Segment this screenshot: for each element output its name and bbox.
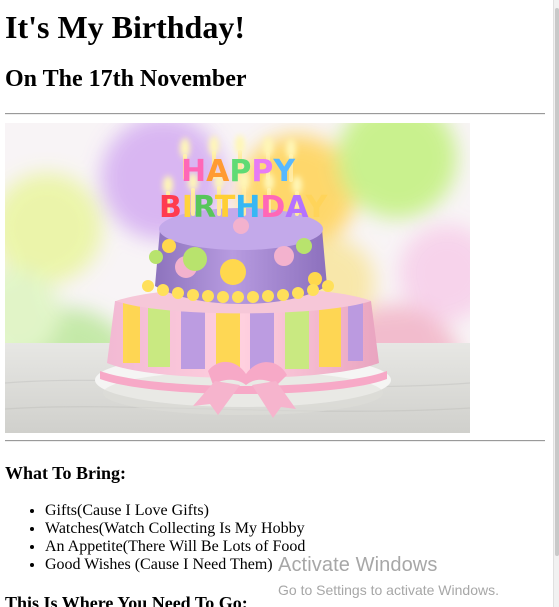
svg-text:HAPPY: HAPPY: [181, 154, 296, 189]
vertical-scrollbar[interactable]: [553, 0, 559, 607]
list-item-gifts: Gifts(Cause I Love Gifts): [45, 502, 305, 520]
activation-title: Activate Windows: [278, 554, 438, 576]
bottom-divider: [5, 440, 545, 442]
scrollbar-thumb[interactable]: [555, 8, 559, 556]
list-item-watches: Watches(Watch Collecting Is My Hobby: [45, 520, 305, 538]
bring-list: Gifts(Cause I Love Gifts) Watches(Watch …: [5, 502, 305, 574]
birthday-page: It's My Birthday! On The 17th November H…: [0, 0, 553, 607]
list-item-appetite: An Appetite(There Will Be Lots of Food: [45, 538, 305, 556]
top-divider: [5, 113, 545, 115]
where-to-go-heading: This Is Where You Need To Go:: [5, 593, 248, 607]
list-item-good-wishes: Good Wishes (Cause I Need Them): [45, 556, 305, 574]
windows-activation-watermark: Activate Windows Go to Settings to activ…: [278, 553, 499, 599]
activation-subtitle: Go to Settings to activate Windows.: [278, 582, 499, 598]
page-title: It's My Birthday!: [5, 9, 245, 45]
svg-text:BIRTHDAY: BIRTHDAY: [159, 190, 329, 225]
birthday-date-heading: On The 17th November: [5, 66, 247, 92]
what-to-bring-heading: What To Bring:: [5, 463, 127, 483]
birthday-cake-image: HAPPY BIRTHDAY: [5, 123, 470, 433]
